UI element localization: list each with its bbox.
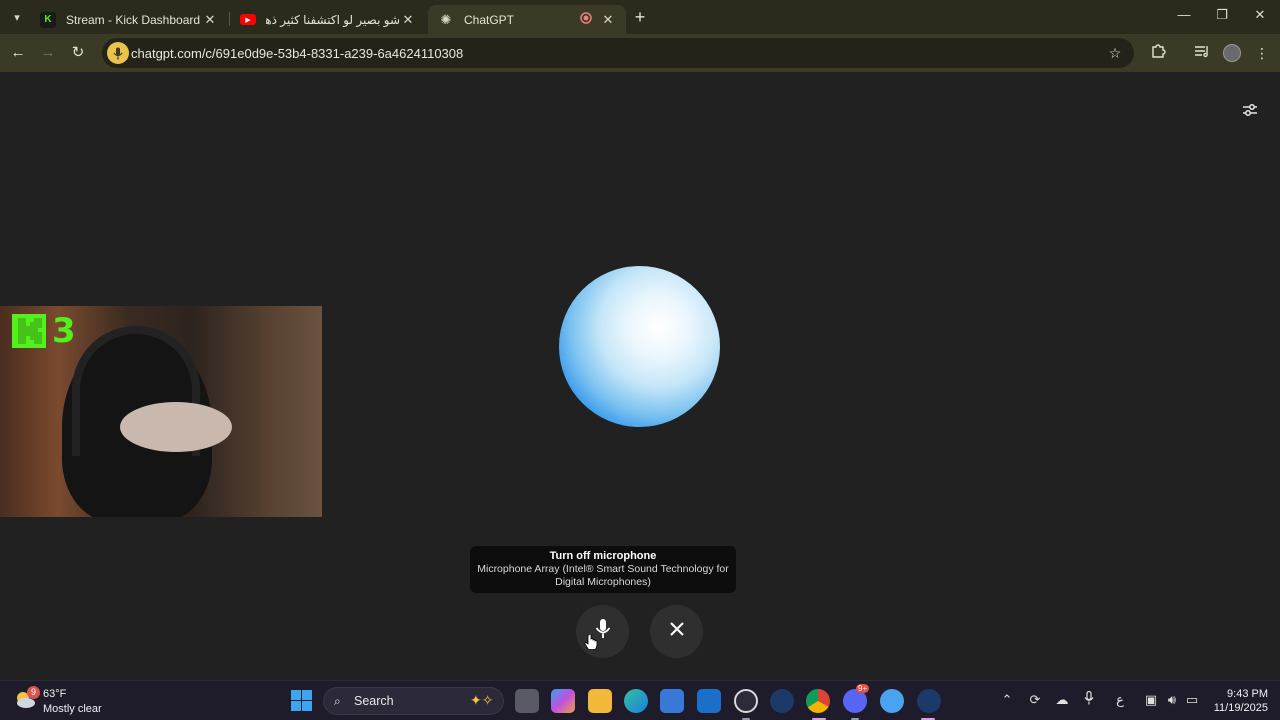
task-view-icon[interactable] — [515, 689, 539, 713]
weather-temperature: 63°F — [43, 688, 67, 700]
tab-strip: ▾ K Stream - Kick Dashboard ✕ ▶ شو بصير … — [0, 0, 1280, 34]
windows-taskbar: 9 63°F Mostly clear ⌕ Search ✦✧ 9+ ⌃ ⟳ ☁… — [0, 680, 1280, 720]
media-control-icon[interactable] — [1192, 43, 1212, 63]
network-icon[interactable]: ▣ — [1142, 691, 1160, 709]
weather-widget[interactable]: 9 63°F Mostly clear — [14, 685, 124, 717]
close-window-icon[interactable]: ✕ — [1250, 7, 1270, 27]
outlook-icon[interactable] — [697, 689, 721, 713]
hand-cursor-icon — [584, 633, 598, 652]
battery-icon[interactable]: ▭ — [1183, 691, 1201, 709]
show-hidden-icons-icon[interactable]: ⌃ — [998, 691, 1016, 709]
url-text: chatgpt.com/c/691e0d9e-53b4-8331-a239-6a… — [131, 46, 464, 61]
kick-logo-icon — [12, 314, 46, 348]
chrome-icon[interactable] — [806, 689, 830, 713]
voice-settings-icon[interactable] — [1240, 100, 1260, 120]
onedrive-cloud-icon[interactable]: ☁ — [1053, 691, 1071, 709]
input-language[interactable]: ع — [1111, 691, 1129, 709]
weather-badge: 9 — [27, 686, 40, 699]
voice-orb — [559, 266, 720, 427]
youtube-icon: ▶ — [240, 14, 256, 25]
extensions-icon[interactable] — [1148, 43, 1168, 63]
clock-time: 9:43 PM — [1227, 688, 1268, 700]
kick-viewer-overlay: 3 — [12, 310, 76, 352]
tooltip-description: Microphone Array (Intel® Smart Sound Tec… — [477, 563, 729, 588]
chatgpt-voice-page: 3 Turn off microphone Microphone Array (… — [0, 72, 1280, 680]
copilot-sparkle-icon: ✦✧ — [470, 692, 494, 708]
tab-kick-dashboard[interactable]: K Stream - Kick Dashboard ✕ — [30, 5, 228, 34]
browser-toolbar: ← → ↻ chatgpt.com/c/691e0d9e-53b4-8331-a… — [0, 34, 1280, 72]
discord-icon[interactable]: 9+ — [843, 684, 870, 713]
chatgpt-app-icon[interactable] — [880, 689, 904, 713]
bookmark-star-icon[interactable]: ☆ — [1105, 43, 1125, 63]
recording-indicator-icon — [578, 11, 594, 28]
edge-icon[interactable] — [624, 689, 648, 713]
search-label: Search — [354, 694, 394, 708]
sync-icon[interactable]: ⟳ — [1026, 691, 1044, 709]
close-tab-icon[interactable]: ✕ — [400, 12, 416, 28]
clock-date: 11/19/2025 — [1213, 702, 1268, 714]
file-explorer-icon[interactable] — [588, 689, 612, 713]
close-tab-icon[interactable]: ✕ — [600, 12, 616, 28]
forward-icon[interactable]: → — [38, 43, 58, 63]
windows-start-icon[interactable] — [291, 690, 312, 711]
mic-in-use-tray-icon[interactable] — [1080, 690, 1098, 709]
close-tab-icon[interactable]: ✕ — [202, 12, 218, 28]
copilot-app-icon[interactable] — [551, 689, 575, 713]
steam-alt-icon[interactable] — [734, 689, 758, 713]
system-clock[interactable]: 9:43 PM 11/19/2025 — [1208, 687, 1268, 715]
steam-icon[interactable] — [770, 689, 794, 713]
chatgpt-icon: ✺ — [440, 11, 452, 27]
microsoft-store-icon[interactable] — [660, 689, 684, 713]
viewer-count: 3 — [52, 311, 76, 351]
tab-chatgpt[interactable]: ✺ ChatGPT ✕ — [428, 5, 626, 34]
search-icon: ⌕ — [334, 694, 341, 708]
webcam-overlay: 3 — [0, 306, 322, 517]
taskbar-search[interactable]: ⌕ Search ✦✧ — [323, 687, 504, 715]
kick-icon: K — [40, 11, 56, 28]
mic-tooltip: Turn off microphone Microphone Array (In… — [470, 546, 736, 593]
new-tab-icon[interactable]: + — [630, 8, 650, 28]
reload-icon[interactable]: ↻ — [68, 43, 88, 63]
close-icon — [669, 621, 685, 642]
discord-badge: 9+ — [856, 684, 870, 693]
menu-dots-icon[interactable]: ⋮ — [1252, 43, 1272, 63]
tab-title: شو بصير لو اكتشفنا كثير ذهب؟ - — [266, 12, 400, 27]
volume-icon[interactable]: 🔊︎ — [1163, 691, 1181, 709]
chevron-down-icon: ▾ — [14, 11, 20, 24]
person-eyes — [120, 402, 232, 452]
tab-youtube[interactable]: ▶ شو بصير لو اكتشفنا كثير ذهب؟ - ✕ — [230, 5, 426, 34]
end-voice-button[interactable] — [650, 605, 703, 658]
minimize-icon[interactable]: — — [1174, 7, 1194, 27]
restore-icon[interactable]: ❐ — [1212, 7, 1232, 27]
weather-condition: Mostly clear — [43, 703, 102, 715]
back-icon[interactable]: ← — [8, 43, 28, 63]
tab-title: ChatGPT — [464, 12, 515, 27]
tooltip-title: Turn off microphone — [549, 550, 657, 562]
tab-title: Stream - Kick Dashboard — [66, 12, 201, 27]
steam-running-icon[interactable] — [917, 689, 941, 713]
address-bar[interactable]: chatgpt.com/c/691e0d9e-53b4-8331-a239-6a… — [102, 38, 1134, 68]
profile-avatar[interactable] — [1222, 43, 1242, 63]
microphone-in-use-icon[interactable] — [107, 42, 129, 64]
tab-search-button[interactable]: ▾ — [6, 6, 28, 28]
